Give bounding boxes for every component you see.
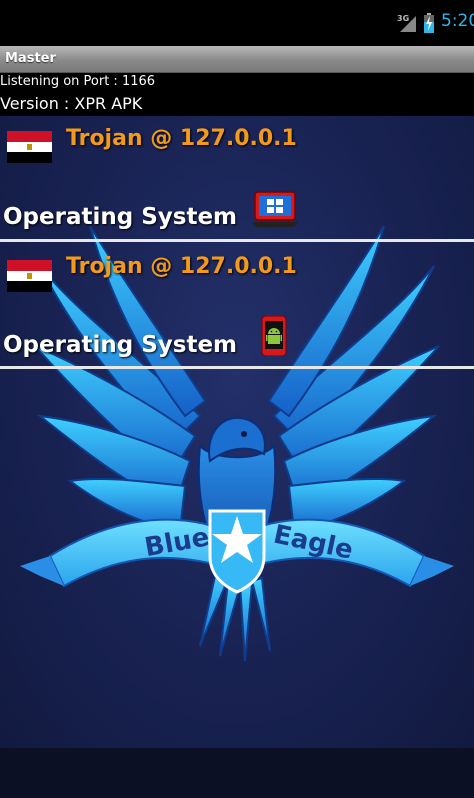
status-bar: 3G 5:20 (0, 0, 474, 46)
bottom-bar (0, 748, 474, 798)
clock: 5:20 (441, 11, 474, 31)
version-text: Version : XPR APK (0, 94, 143, 113)
title-bar: Master (0, 46, 474, 73)
client-host: Trojan @ 127.0.0.1 (66, 126, 297, 151)
android-phone-icon (261, 316, 287, 356)
signal-icon (400, 16, 416, 32)
battery-charging-icon (424, 13, 434, 33)
os-label: Operating System (3, 332, 238, 358)
os-label: Operating System (3, 204, 238, 230)
egypt-flag-icon (7, 260, 52, 292)
listening-port-text: Listening on Port : 1166 (0, 74, 156, 89)
client-list-area: Blue Eagle Trojan @ 127.0.0.1 Operating … (0, 116, 474, 748)
windows-laptop-icon (252, 191, 298, 227)
egypt-flag-icon (7, 131, 52, 163)
client-host: Trojan @ 127.0.0.1 (66, 254, 297, 279)
app-title: Master (5, 51, 56, 66)
client-row[interactable]: Trojan @ 127.0.0.1 Operating System (0, 242, 474, 369)
client-row[interactable]: Trojan @ 127.0.0.1 Operating System (0, 116, 474, 242)
row-divider (0, 366, 474, 369)
